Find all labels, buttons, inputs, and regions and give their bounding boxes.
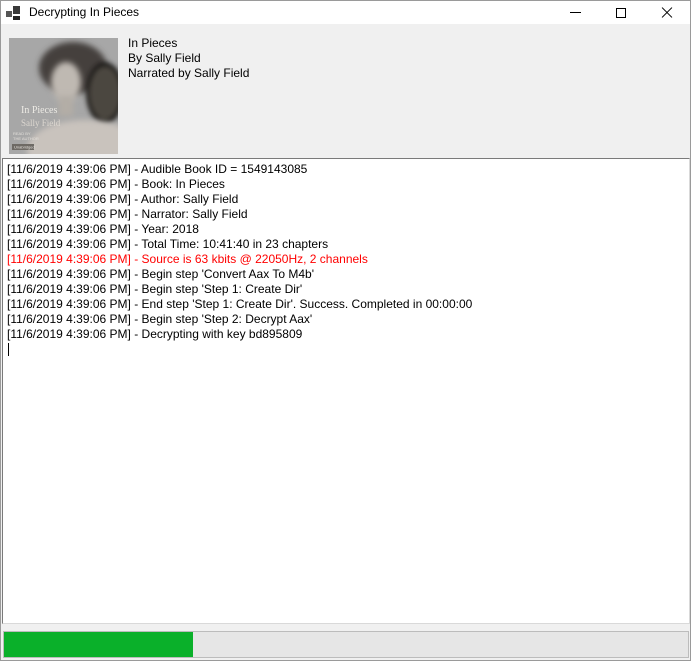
log-line: [11/6/2019 4:39:06 PM] - End step 'Step … <box>7 297 685 312</box>
maximize-button[interactable] <box>598 1 644 24</box>
progress-fill <box>4 632 193 657</box>
cover-author-text: Sally Field <box>21 118 61 128</box>
text-caret <box>8 343 9 356</box>
log-line: [11/6/2019 4:39:06 PM] - Year: 2018 <box>7 222 685 237</box>
cover-badge-line3: Unabridged <box>14 145 35 150</box>
log-line: [11/6/2019 4:39:06 PM] - Begin step 'Ste… <box>7 282 685 297</box>
book-narrator: Narrated by Sally Field <box>128 66 249 81</box>
log-line: [11/6/2019 4:39:06 PM] - Total Time: 10:… <box>7 237 685 252</box>
cover-title-text: In Pieces <box>21 105 57 116</box>
app-icon <box>6 6 20 20</box>
close-button[interactable] <box>644 1 690 24</box>
cover-badge-line2: THE AUTHOR <box>13 136 39 141</box>
progress-bar <box>3 631 689 658</box>
log-lines: [11/6/2019 4:39:06 PM] - Audible Book ID… <box>7 162 685 342</box>
window-controls <box>552 1 690 24</box>
book-author: By Sally Field <box>128 51 249 66</box>
window-title: Decrypting In Pieces <box>29 1 139 24</box>
book-cover-image: In Pieces Sally Field READ BY THE AUTHOR… <box>9 38 118 154</box>
log-output[interactable]: [11/6/2019 4:39:06 PM] - Audible Book ID… <box>2 158 690 624</box>
minimize-button[interactable] <box>552 1 598 24</box>
book-info: In Pieces By Sally Field Narrated by Sal… <box>128 36 249 81</box>
app-window: Decrypting In Pieces <box>0 0 691 661</box>
title-bar[interactable]: Decrypting In Pieces <box>1 1 690 24</box>
log-line: [11/6/2019 4:39:06 PM] - Begin step 'Ste… <box>7 312 685 327</box>
maximize-icon <box>616 8 626 18</box>
minimize-icon <box>570 12 581 13</box>
log-line: [11/6/2019 4:39:06 PM] - Narrator: Sally… <box>7 207 685 222</box>
log-line: [11/6/2019 4:39:06 PM] - Source is 63 kb… <box>7 252 685 267</box>
log-line: [11/6/2019 4:39:06 PM] - Author: Sally F… <box>7 192 685 207</box>
log-line: [11/6/2019 4:39:06 PM] - Book: In Pieces <box>7 177 685 192</box>
log-line: [11/6/2019 4:39:06 PM] - Audible Book ID… <box>7 162 685 177</box>
close-icon <box>661 7 673 19</box>
log-line: [11/6/2019 4:39:06 PM] - Begin step 'Con… <box>7 267 685 282</box>
book-title: In Pieces <box>128 36 249 51</box>
log-line: [11/6/2019 4:39:06 PM] - Decrypting with… <box>7 327 685 342</box>
